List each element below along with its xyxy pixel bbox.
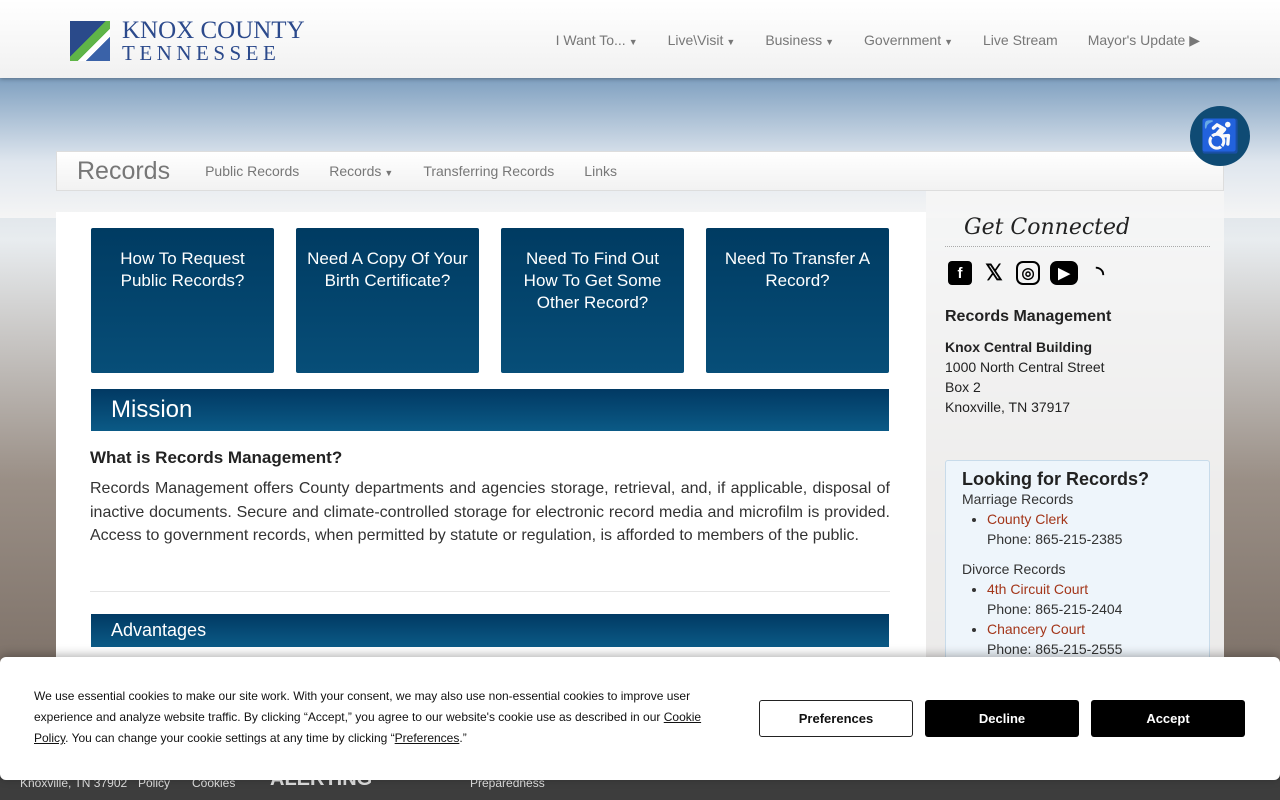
youtube-icon[interactable]: ▶	[1050, 261, 1078, 285]
cookie-text: We use essential cookies to make our sit…	[34, 686, 714, 749]
street: 1000 North Central Street	[945, 359, 1105, 375]
nav-label: Business	[765, 32, 823, 48]
rss-icon[interactable]: ◝	[1088, 261, 1112, 285]
section-title[interactable]: Records	[77, 157, 170, 186]
divider	[945, 246, 1210, 247]
tile-other-record[interactable]: Need To Find Out How To Get Some Other R…	[501, 228, 684, 373]
box: Box 2	[945, 379, 981, 395]
logo-line2: TENNESSEE	[122, 41, 281, 65]
county-clerk-link[interactable]: County Clerk	[987, 511, 1068, 527]
phone: Phone: 865-215-2404	[987, 601, 1123, 617]
chancery-court-link[interactable]: Chancery Court	[987, 621, 1085, 637]
logo-mark-icon	[70, 21, 110, 61]
divorce-records-label: Divorce Records	[962, 561, 1066, 577]
play-circle-icon: ▶	[1189, 32, 1200, 48]
subnav-transferring-records[interactable]: Transferring Records	[423, 163, 554, 179]
nav-label: Live\Visit	[667, 32, 724, 48]
divider	[90, 591, 890, 592]
site-header: KNOX COUNTY TENNESSEE I Want To... ▼ Live\…	[0, 0, 1280, 78]
preferences-button[interactable]: Preferences	[759, 700, 913, 737]
x-icon[interactable]: 𝕏	[982, 260, 1006, 285]
decline-button[interactable]: Decline	[925, 700, 1079, 737]
nav-government[interactable]: Government ▼	[864, 32, 953, 49]
circuit-court-link[interactable]: 4th Circuit Court	[987, 581, 1088, 597]
caret-down-icon: ▼	[944, 37, 954, 47]
cookie-text-part: . You can change your cookie settings at…	[65, 731, 395, 745]
phone: Phone: 865-215-2385	[987, 531, 1123, 547]
logo-line1: KNOX COUNTY	[122, 17, 305, 44]
tile-request-public-records[interactable]: How To Request Public Records?	[91, 228, 274, 373]
marriage-records-label: Marriage Records	[962, 491, 1074, 507]
nav-i-want-to[interactable]: I Want To... ▼	[556, 32, 638, 49]
main-nav: I Want To... ▼ Live\Visit ▼ Business ▼ Gove…	[556, 32, 1200, 49]
subnav-records[interactable]: Records ▼	[329, 163, 393, 179]
nav-live-visit[interactable]: Live\Visit ▼	[668, 32, 736, 49]
looking-for-records-panel: Looking for Records? Marriage Records Co…	[945, 460, 1210, 670]
nav-label: I Want To...	[555, 32, 626, 48]
section-nav: Records Public Records Records ▼ Transfer…	[56, 151, 1224, 191]
mission-heading: Mission	[91, 389, 889, 431]
nav-label: Mayor's Update	[1087, 32, 1186, 48]
subnav-public-records[interactable]: Public Records	[205, 163, 299, 179]
cookie-text-part: We use essential cookies to make our sit…	[34, 689, 691, 724]
caret-down-icon: ▼	[726, 37, 736, 47]
panel-title: Looking for Records?	[962, 469, 1150, 489]
knox-county-logo[interactable]: KNOX COUNTY TENNESSEE	[70, 18, 305, 64]
get-connected-heading: Get Connected	[964, 215, 1131, 240]
nav-mayors-update[interactable]: Mayor's Update ▶	[1088, 32, 1200, 49]
accept-button[interactable]: Accept	[1091, 700, 1245, 737]
building-name: Knox Central Building	[945, 339, 1092, 355]
instagram-icon[interactable]: ◎	[1016, 261, 1040, 285]
nav-label: Government	[864, 32, 942, 48]
facebook-icon[interactable]: f	[948, 261, 972, 285]
office-name: Records Management	[945, 308, 1112, 325]
subnav-label: Records	[329, 163, 382, 179]
nav-live-stream[interactable]: Live Stream	[983, 32, 1058, 49]
accessibility-icon[interactable]: ♿	[1190, 106, 1250, 166]
nav-business[interactable]: Business ▼	[765, 32, 834, 49]
city: Knoxville, TN 37917	[945, 399, 1071, 415]
cookie-banner: We use essential cookies to make our sit…	[0, 657, 1280, 780]
caret-down-icon: ▼	[628, 37, 638, 47]
caret-down-icon: ▼	[384, 168, 394, 178]
advantages-heading: Advantages	[91, 614, 889, 647]
tile-birth-certificate[interactable]: Need A Copy Of Your Birth Certificate?	[296, 228, 479, 373]
question-heading: What is Records Management?	[90, 448, 343, 467]
subnav-links[interactable]: Links	[584, 163, 617, 179]
caret-down-icon: ▼	[825, 37, 835, 47]
phone: Phone: 865-215-2555	[987, 641, 1123, 657]
mission-paragraph: Records Management offers County departm…	[90, 480, 890, 544]
tile-transfer-record[interactable]: Need To Transfer A Record?	[706, 228, 889, 373]
cookie-text-part: .”	[459, 731, 467, 745]
preferences-link[interactable]: Preferences	[395, 731, 460, 745]
